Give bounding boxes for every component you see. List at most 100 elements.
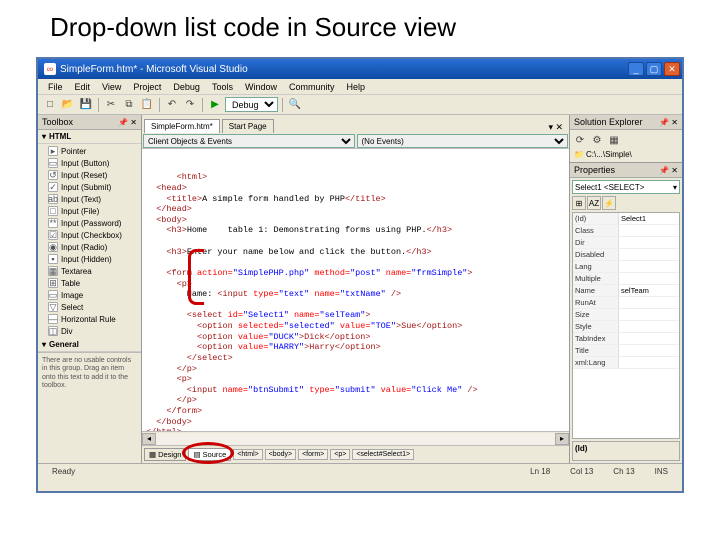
property-value[interactable]: selTeam (619, 285, 679, 296)
property-row[interactable]: TabIndex (573, 333, 679, 345)
design-tab[interactable]: ▦Design (144, 448, 186, 461)
source-tab[interactable]: ▤Source (188, 448, 231, 461)
menu-debug[interactable]: Debug (167, 82, 206, 92)
toolbox-item[interactable]: —Horizontal Rule (38, 313, 141, 325)
breadcrumb-p[interactable]: <p> (330, 449, 350, 460)
alphabetical-icon[interactable]: AZ (587, 196, 601, 210)
tab-close-icon[interactable]: ▾ ✕ (542, 122, 569, 133)
breadcrumb-html[interactable]: <html> (233, 449, 262, 460)
property-value[interactable] (619, 249, 679, 260)
redo-icon[interactable]: ↷ (182, 97, 198, 113)
events-icon[interactable]: ⚡ (602, 196, 616, 210)
property-name: xml:Lang (573, 357, 619, 368)
toolbox-item[interactable]: ▽Select (38, 301, 141, 313)
property-row[interactable]: Style (573, 321, 679, 333)
event-dropdown[interactable]: (No Events) (357, 134, 569, 148)
find-icon[interactable]: 🔍 (287, 97, 303, 113)
property-value[interactable] (619, 273, 679, 284)
solution-tree[interactable]: ⟳ ⚙ ▦ 📁C:\...\Simple\ (570, 130, 682, 162)
toolbox-item[interactable]: ✓Input (Submit) (38, 181, 141, 193)
menu-help[interactable]: Help (340, 82, 371, 92)
menu-tools[interactable]: Tools (206, 82, 239, 92)
categorized-icon[interactable]: ⊞ (572, 196, 586, 210)
menubar: File Edit View Project Debug Tools Windo… (38, 79, 682, 95)
menu-file[interactable]: File (42, 82, 69, 92)
toolbox-item[interactable]: ▪Input (Hidden) (38, 253, 141, 265)
start-icon[interactable]: ▶ (207, 97, 223, 113)
toolbox-item[interactable]: abInput (Text) (38, 193, 141, 205)
property-value[interactable] (619, 333, 679, 344)
code-editor[interactable]: <html> <head> <title>A simple form handl… (142, 149, 569, 431)
breadcrumb-body[interactable]: <body> (265, 449, 296, 460)
property-value[interactable] (619, 297, 679, 308)
properties-icon[interactable]: ⚙ (589, 132, 605, 148)
menu-view[interactable]: View (96, 82, 127, 92)
toolbox-item[interactable]: □Input (File) (38, 205, 141, 217)
pin-icon[interactable]: 📌 ✕ (659, 118, 678, 127)
toolbox-item[interactable]: ▭Image (38, 289, 141, 301)
paste-icon[interactable]: 📋 (139, 97, 155, 113)
property-row[interactable]: xml:Lang (573, 357, 679, 369)
properties-grid[interactable]: (Id)Select1ClassDirDisabledLangMultipleN… (572, 212, 680, 439)
properties-object-select[interactable]: Select1 <SELECT>▾ (572, 180, 680, 194)
property-row[interactable]: Title (573, 345, 679, 357)
refresh-icon[interactable]: ⟳ (572, 132, 588, 148)
menu-project[interactable]: Project (127, 82, 167, 92)
property-value[interactable] (619, 321, 679, 332)
minimize-button[interactable]: _ (628, 62, 644, 76)
tab-simpleform[interactable]: SimpleForm.htm* (144, 119, 220, 133)
property-value[interactable] (619, 357, 679, 368)
showall-icon[interactable]: ▦ (606, 132, 622, 148)
property-value[interactable] (619, 309, 679, 320)
toolbox-item[interactable]: ▭Input (Button) (38, 157, 141, 169)
scroll-right-icon[interactable]: ▸ (555, 433, 569, 445)
new-icon[interactable]: □ (42, 97, 58, 113)
toolbox-item[interactable]: ☑Input (Checkbox) (38, 229, 141, 241)
navigation-bar: Client Objects & Events (No Events) (142, 133, 569, 149)
property-row[interactable]: Dir (573, 237, 679, 249)
property-value[interactable] (619, 345, 679, 356)
menu-window[interactable]: Window (239, 82, 283, 92)
property-value[interactable] (619, 225, 679, 236)
save-icon[interactable]: 💾 (78, 97, 94, 113)
horizontal-scrollbar[interactable]: ◂ ▸ (142, 431, 569, 445)
breadcrumb-form[interactable]: <form> (298, 449, 328, 460)
toolbox-item[interactable]: ▸Pointer (38, 145, 141, 157)
pin-icon[interactable]: 📌 ✕ (659, 166, 678, 175)
property-row[interactable]: RunAt (573, 297, 679, 309)
property-row[interactable]: (Id)Select1 (573, 213, 679, 225)
property-value[interactable] (619, 261, 679, 272)
cut-icon[interactable]: ✂ (103, 97, 119, 113)
config-select[interactable]: Debug (225, 97, 278, 112)
breadcrumb-select[interactable]: <select#Select1> (352, 449, 414, 460)
close-button[interactable]: ✕ (664, 62, 680, 76)
pin-icon[interactable]: 📌 ✕ (118, 118, 137, 127)
toolbox-item[interactable]: ⊞Table (38, 277, 141, 289)
toolbox-section-html[interactable]: ▾HTML (38, 130, 141, 144)
open-icon[interactable]: 📂 (60, 97, 76, 113)
status-ch: Ch 13 (603, 467, 644, 476)
property-row[interactable]: Disabled (573, 249, 679, 261)
copy-icon[interactable]: ⧉ (121, 97, 137, 113)
property-row[interactable]: Lang (573, 261, 679, 273)
toolbox-section-general[interactable]: ▾General (38, 338, 141, 352)
property-row[interactable]: Class (573, 225, 679, 237)
toolbox-item[interactable]: **Input (Password) (38, 217, 141, 229)
toolbox-item[interactable]: ▦Textarea (38, 265, 141, 277)
scroll-left-icon[interactable]: ◂ (142, 433, 156, 445)
property-row[interactable]: Size (573, 309, 679, 321)
property-row[interactable]: NameselTeam (573, 285, 679, 297)
toolbox-item[interactable]: ◉Input (Radio) (38, 241, 141, 253)
property-row[interactable]: Multiple (573, 273, 679, 285)
undo-icon[interactable]: ↶ (164, 97, 180, 113)
tab-startpage[interactable]: Start Page (222, 119, 274, 133)
property-value[interactable]: Select1 (619, 213, 679, 224)
control-icon: ab (48, 194, 58, 204)
toolbox-item[interactable]: ↺Input (Reset) (38, 169, 141, 181)
maximize-button[interactable]: ▢ (646, 62, 662, 76)
menu-edit[interactable]: Edit (69, 82, 97, 92)
object-dropdown[interactable]: Client Objects & Events (143, 134, 355, 148)
property-value[interactable] (619, 237, 679, 248)
toolbox-item[interactable]: ◫Div (38, 325, 141, 337)
menu-community[interactable]: Community (283, 82, 341, 92)
